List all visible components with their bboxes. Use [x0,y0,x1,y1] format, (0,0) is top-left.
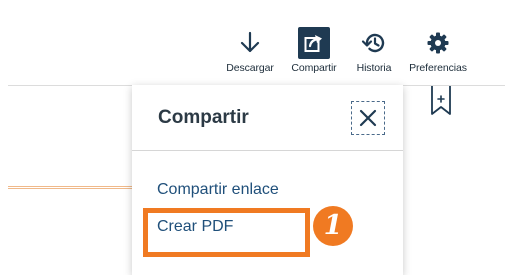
header-divider-right [403,85,505,86]
share-export-icon [298,27,330,59]
close-button[interactable] [351,101,385,135]
step-number-badge: 1 [313,206,353,246]
download-label: Descargar [226,62,274,74]
bookmark-add-icon[interactable] [430,86,452,116]
share-panel-divider [132,150,403,151]
highlight-callout [143,208,310,257]
preferences-label: Preferencias [409,62,467,74]
history-clock-icon [361,33,385,53]
section-divider [8,186,136,189]
share-button[interactable]: Compartir [284,27,344,74]
history-button[interactable]: Historia [348,27,400,74]
gear-icon [427,32,449,54]
share-link-option[interactable]: Compartir enlace [157,181,279,199]
history-label: Historia [356,62,392,74]
share-panel-title: Compartir [158,107,249,128]
download-arrow-icon [240,31,260,53]
close-icon [359,109,377,127]
share-label: Compartir [291,62,337,74]
download-button[interactable]: Descargar [218,27,282,74]
preferences-button[interactable]: Preferencias [404,27,472,74]
header-divider-left [8,85,132,86]
